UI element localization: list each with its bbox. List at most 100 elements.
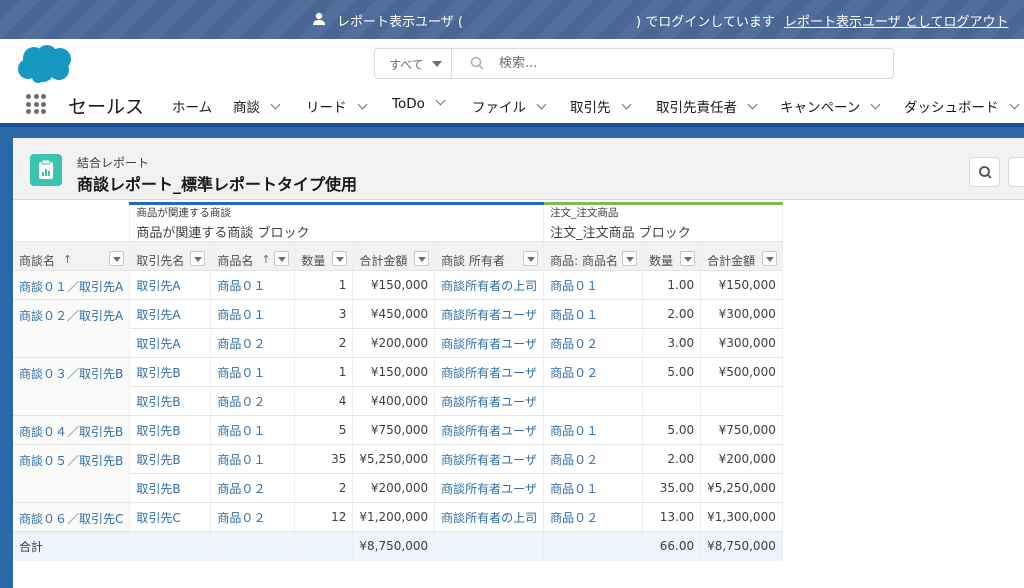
opportunity-name-link[interactable]: 商談０２／取引先A (13, 299, 131, 358)
cell-product[interactable]: 商品０１ (210, 444, 296, 474)
column-menu-button[interactable] (680, 251, 696, 266)
chevron-down-icon[interactable] (270, 99, 281, 110)
cell-o-product[interactable]: 商品０１ (543, 473, 644, 503)
cell-owner[interactable]: 商談所有者ユーザ (434, 357, 545, 387)
search-scope-dropdown[interactable]: すべて (375, 49, 452, 78)
col-quantity-header[interactable]: 数量 (294, 241, 354, 271)
column-menu-button[interactable] (761, 251, 777, 266)
cell-account[interactable]: 取引先C (129, 502, 212, 532)
chevron-down-icon[interactable] (357, 99, 367, 110)
total-empty (129, 531, 212, 561)
block-subtitle: 注文_注文商品 (550, 207, 619, 219)
column-label: 合計金額 (359, 254, 408, 268)
report-search-button[interactable] (969, 157, 1000, 187)
nav-item-campaigns[interactable]: キャンペーン (780, 96, 881, 116)
col-order-total-amount-header[interactable]: 合計金額 (700, 241, 783, 271)
cell-o-amount: ¥5,250,000 (700, 473, 783, 503)
opportunity-name-link[interactable]: 商談０５／取引先B (13, 444, 131, 503)
cell-owner[interactable]: 商談所有者ユーザ (434, 386, 545, 416)
cell-account[interactable]: 取引先A (129, 270, 212, 300)
chevron-down-icon[interactable] (870, 99, 881, 110)
cell-account[interactable]: 取引先B (129, 415, 212, 445)
cell-amount: ¥200,000 (352, 473, 436, 503)
cell-product[interactable]: 商品０１ (210, 270, 296, 300)
chevron-down-icon[interactable] (621, 99, 631, 110)
col-product-name-header[interactable]: 商品名 ↑ (210, 241, 296, 271)
col-order-product-name-header[interactable]: 商品: 商品名 (543, 241, 644, 271)
cell-product[interactable]: 商品０２ (210, 386, 296, 416)
nav-item-todo[interactable]: ToDo (392, 95, 446, 112)
chevron-down-icon[interactable] (435, 95, 446, 106)
cell-owner[interactable]: 商談所有者の上司 (434, 270, 545, 300)
cell-product[interactable]: 商品０１ (210, 299, 296, 329)
cell-qty: 1 (294, 270, 354, 300)
cell-owner[interactable]: 商談所有者ユーザ (434, 328, 545, 358)
col-opportunity-owner-header[interactable]: 商談 所有者 (434, 241, 545, 271)
cell-product[interactable]: 商品０１ (210, 357, 296, 387)
nav-item-contacts[interactable]: 取引先責任者 (656, 96, 758, 116)
cell-product[interactable]: 商品０２ (210, 502, 296, 532)
column-menu-button[interactable] (622, 251, 638, 266)
search-input[interactable] (499, 53, 879, 74)
column-menu-button[interactable] (523, 251, 539, 266)
cell-account[interactable]: 取引先B (129, 357, 212, 387)
column-menu-button[interactable] (332, 251, 348, 266)
nav-item-opportunities[interactable]: 商談 (233, 96, 281, 116)
column-menu-button[interactable] (274, 251, 290, 266)
total-empty (434, 531, 545, 561)
nav-item-accounts[interactable]: 取引先 (570, 96, 631, 116)
table-row: 商談０２／取引先A 取引先A 商品０１ 3 ¥450,000 商談所有者ユーザ 商品０１ 2.… (13, 299, 783, 358)
cell-owner[interactable]: 商談所有者ユーザ (434, 415, 545, 445)
cell-owner[interactable]: 商談所有者の上司 (434, 502, 545, 532)
cell-owner[interactable]: 商談所有者ユーザ (434, 473, 545, 503)
cell-qty: 4 (294, 386, 354, 416)
column-menu-button[interactable] (190, 251, 206, 266)
cell-account[interactable]: 取引先B (129, 473, 212, 503)
block-subtitle: 商品が関連する商談 (136, 207, 231, 219)
chevron-down-icon[interactable] (536, 99, 547, 110)
sort-ascending-icon[interactable]: ↑ (261, 253, 270, 266)
chevron-down-icon[interactable] (1009, 99, 1019, 110)
cell-amount: ¥5,250,000 (352, 444, 436, 474)
cell-o-product[interactable]: 商品０１ (543, 299, 644, 329)
opportunity-name-link[interactable]: 商談０６／取引先C (13, 502, 131, 532)
opportunity-name-link[interactable]: 商談０４／取引先B (13, 415, 131, 445)
cell-product[interactable]: 商品０２ (210, 473, 296, 503)
report-more-button[interactable] (1008, 157, 1024, 187)
chevron-down-icon[interactable] (747, 99, 758, 110)
cell-o-product[interactable]: 商品０２ (543, 502, 644, 532)
logout-link[interactable]: レポート表示ユーザ としてログアウト (784, 11, 1008, 30)
global-search: すべて (374, 48, 894, 79)
nav-item-leads[interactable]: リード (306, 96, 367, 116)
cell-amount: ¥1,200,000 (352, 502, 436, 532)
cell-account[interactable]: 取引先A (129, 299, 212, 329)
sort-ascending-icon[interactable]: ↑ (63, 253, 72, 266)
cell-product[interactable]: 商品０１ (210, 415, 296, 445)
nav-item-home[interactable]: ホーム (172, 96, 212, 116)
cell-o-product[interactable]: 商品０２ (543, 328, 644, 358)
col-account-name-header[interactable]: 取引先名 (129, 241, 212, 271)
col-opportunity-name-header[interactable]: 商談名 ↑ (13, 241, 131, 271)
column-menu-button[interactable] (414, 251, 430, 266)
col-order-quantity-header[interactable]: 数量 (642, 241, 702, 271)
nav-item-files[interactable]: ファイル (472, 96, 547, 116)
col-total-amount-header[interactable]: 合計金額 (352, 241, 436, 271)
cell-o-product[interactable]: 商品０２ (543, 357, 644, 387)
opportunity-name-link[interactable]: 商談０３／取引先B (13, 357, 131, 416)
app-launcher-icon[interactable] (26, 94, 46, 114)
opportunity-name-link[interactable]: 商談０１／取引先A (13, 270, 131, 300)
cell-o-product[interactable]: 商品０２ (543, 444, 644, 474)
cell-owner[interactable]: 商談所有者ユーザ (434, 444, 545, 474)
cell-owner[interactable]: 商談所有者ユーザ (434, 299, 545, 329)
table-row: 商談０１／取引先A 取引先A 商品０１ 1 ¥150,000 商談所有者の上司 商品０１ 1.… (13, 270, 783, 300)
nav-item-dashboards[interactable]: ダッシュボード (904, 96, 1019, 116)
cell-account[interactable]: 取引先B (129, 444, 212, 474)
column-label: 商品名 (217, 254, 254, 268)
cell-account[interactable]: 取引先A (129, 328, 212, 358)
cell-account[interactable]: 取引先B (129, 386, 212, 416)
cell-product[interactable]: 商品０２ (210, 328, 296, 358)
column-menu-button[interactable] (109, 251, 125, 266)
cell-o-product[interactable]: 商品０１ (543, 415, 644, 445)
cell-o-product[interactable]: 商品０１ (543, 270, 644, 300)
cell-o-amount: ¥300,000 (700, 299, 783, 329)
